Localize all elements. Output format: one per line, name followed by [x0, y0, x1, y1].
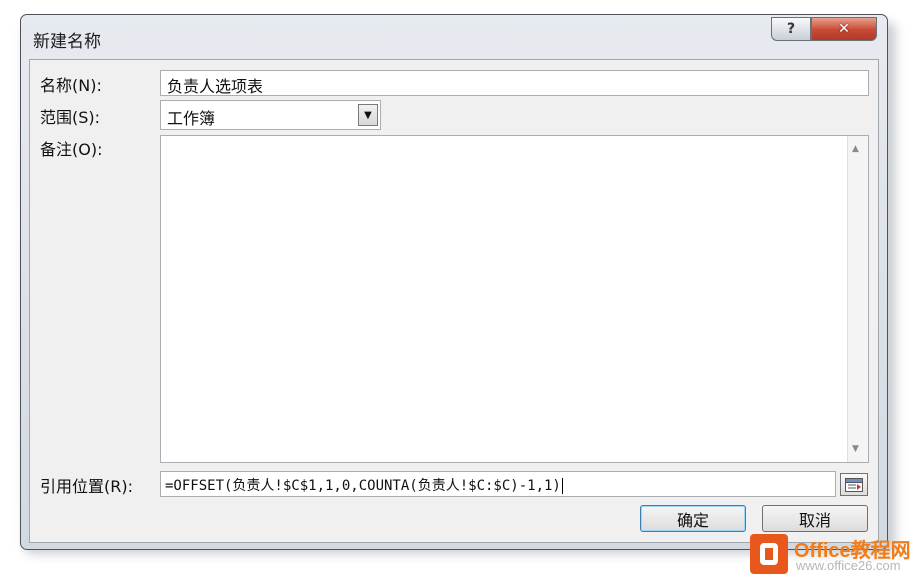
- refers-to-value: =OFFSET(负责人!$C$1,1,0,COUNTA(负责人!$C:$C)-1…: [165, 478, 561, 494]
- scope-label: 范围(S):: [40, 108, 101, 127]
- watermark-logo: Office教程网 www.office26.com: [750, 532, 911, 576]
- scope-select[interactable]: 工作簿 ▼: [160, 100, 381, 130]
- dialog-title: 新建名称: [33, 32, 101, 52]
- scroll-up-icon[interactable]: ▲: [852, 144, 859, 154]
- range-select-icon: [845, 477, 863, 492]
- refers-to-label: 引用位置(R):: [40, 477, 133, 496]
- help-button[interactable]: ?: [771, 17, 811, 41]
- cancel-button-label: 取消: [798, 510, 831, 530]
- scroll-down-icon[interactable]: ▼: [852, 444, 859, 454]
- close-button[interactable]: ✕: [811, 17, 877, 41]
- dropdown-arrow-button[interactable]: ▼: [358, 104, 378, 126]
- cancel-button[interactable]: 取消: [762, 505, 868, 532]
- collapse-dialog-button[interactable]: [840, 473, 868, 496]
- scope-select-value: 工作簿: [167, 109, 216, 128]
- name-input-value: 负责人选项表: [167, 77, 264, 96]
- question-icon: ?: [786, 21, 796, 37]
- text-caret: [561, 478, 563, 494]
- office-logo-icon: [750, 534, 788, 574]
- dialog-body: 名称(N): 负责人选项表 范围(S): 工作簿 ▼ 备注(O): ▲ ▼ 引用…: [29, 59, 879, 543]
- name-label: 名称(N):: [40, 76, 102, 95]
- chevron-down-icon: ▼: [364, 109, 372, 121]
- watermark-url: www.office26.com: [796, 558, 901, 573]
- refers-to-input[interactable]: =OFFSET(负责人!$C$1,1,0,COUNTA(负责人!$C:$C)-1…: [160, 471, 836, 497]
- comment-scrollbar[interactable]: ▲ ▼: [847, 136, 868, 462]
- close-icon: ✕: [838, 21, 850, 37]
- ok-button[interactable]: 确定: [640, 505, 746, 532]
- new-name-dialog: 新建名称 ? ✕ 名称(N): 负责人选项表 范围(S): 工作簿 ▼ 备注(O…: [20, 14, 888, 550]
- name-input[interactable]: 负责人选项表: [160, 70, 869, 96]
- title-bar[interactable]: 新建名称 ? ✕: [21, 15, 887, 59]
- comment-label: 备注(O):: [40, 140, 103, 159]
- ok-button-label: 确定: [676, 510, 709, 530]
- comment-textarea[interactable]: ▲ ▼: [160, 135, 869, 463]
